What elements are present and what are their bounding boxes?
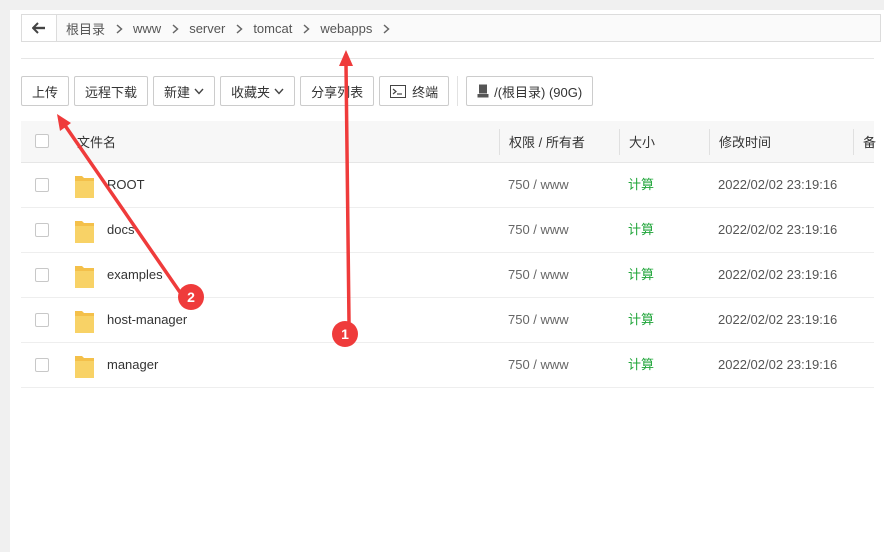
- file-permission[interactable]: 750 / www: [508, 163, 569, 207]
- toolbar-separator: [457, 76, 459, 106]
- share-list-label: 分享列表: [311, 84, 364, 100]
- header-remark[interactable]: 备: [863, 121, 876, 162]
- breadcrumb-root[interactable]: 根目录: [64, 19, 107, 38]
- arrow-left-icon: [32, 22, 45, 34]
- row-checkbox[interactable]: [35, 223, 49, 237]
- table-row[interactable]: docs 750 / www 计算 2022/02/02 23:19:16: [21, 208, 874, 253]
- file-name[interactable]: docs: [107, 208, 134, 252]
- header-permission[interactable]: 权限 / 所有者: [509, 121, 585, 162]
- header-modified-time[interactable]: 修改时间: [719, 121, 771, 162]
- file-modified-time: 2022/02/02 23:19:16: [718, 357, 838, 372]
- upload-button[interactable]: 上传: [21, 76, 70, 106]
- table-row[interactable]: host-manager 750 / www 计算 2022/02/02 23:…: [21, 298, 874, 343]
- chevron-right-icon: [294, 21, 318, 36]
- file-name[interactable]: examples: [107, 253, 163, 297]
- file-permission[interactable]: 750 / www: [508, 343, 569, 387]
- calculate-size-link[interactable]: 计算: [628, 253, 654, 297]
- row-checkbox[interactable]: [35, 268, 49, 282]
- share-list-button[interactable]: 分享列表: [300, 76, 375, 106]
- disk-label: /(根目录) (90G): [494, 84, 583, 100]
- table-row[interactable]: ROOT 750 / www 计算 2022/02/02 23:19:16: [21, 163, 874, 208]
- chevron-down-icon: [274, 88, 284, 95]
- divider: [21, 58, 874, 59]
- breadcrumb-tomcat[interactable]: tomcat: [251, 21, 294, 36]
- folder-icon: [75, 221, 94, 243]
- chevron-down-icon: [194, 88, 204, 95]
- calculate-size-link[interactable]: 计算: [628, 163, 654, 207]
- chevron-right-icon: [374, 21, 398, 36]
- remote-download-button[interactable]: 远程下载: [74, 76, 149, 106]
- column-separator: [709, 129, 710, 155]
- header-filename[interactable]: 文件名: [77, 121, 116, 162]
- disk-button[interactable]: /(根目录) (90G): [466, 76, 594, 106]
- file-table: 文件名 权限 / 所有者 大小 修改时间 备 ROOT 750 / www 计算…: [21, 121, 876, 388]
- chevron-right-icon: [107, 21, 131, 36]
- remote-download-label: 远程下载: [85, 84, 138, 100]
- row-checkbox[interactable]: [35, 178, 49, 192]
- select-all-checkbox[interactable]: [35, 134, 49, 148]
- terminal-button[interactable]: 终端: [379, 76, 450, 106]
- breadcrumb-server[interactable]: server: [187, 21, 227, 36]
- header-size[interactable]: 大小: [629, 121, 655, 162]
- file-modified-time: 2022/02/02 23:19:16: [718, 222, 838, 237]
- file-permission[interactable]: 750 / www: [508, 208, 569, 252]
- file-permission[interactable]: 750 / www: [508, 253, 569, 297]
- folder-icon: [75, 311, 94, 333]
- column-separator: [499, 129, 500, 155]
- column-separator: [853, 129, 854, 155]
- folder-icon: [75, 266, 94, 288]
- table-row[interactable]: examples 750 / www 计算 2022/02/02 23:19:1…: [21, 253, 874, 298]
- page-margin: [0, 0, 10, 552]
- calculate-size-link[interactable]: 计算: [628, 343, 654, 387]
- table-row[interactable]: manager 750 / www 计算 2022/02/02 23:19:16: [21, 343, 874, 388]
- folder-icon: [75, 176, 94, 198]
- file-permission[interactable]: 750 / www: [508, 298, 569, 342]
- chevron-right-icon: [227, 21, 251, 36]
- calculate-size-link[interactable]: 计算: [628, 298, 654, 342]
- hard-disk-icon: [477, 84, 489, 98]
- table-header: 文件名 权限 / 所有者 大小 修改时间 备: [21, 121, 876, 163]
- breadcrumb: 根目录 www server tomcat webapps: [21, 14, 881, 42]
- favorites-label: 收藏夹: [231, 84, 271, 100]
- file-modified-time: 2022/02/02 23:19:16: [718, 267, 838, 282]
- toolbar: 上传 远程下载 新建 收藏夹 分享列表 终端 /(根目录) (90G): [21, 76, 598, 106]
- breadcrumb-www[interactable]: www: [131, 21, 163, 36]
- row-checkbox[interactable]: [35, 358, 49, 372]
- file-name[interactable]: manager: [107, 343, 158, 387]
- file-name[interactable]: ROOT: [107, 163, 145, 207]
- file-modified-time: 2022/02/02 23:19:16: [718, 177, 838, 192]
- row-checkbox[interactable]: [35, 313, 49, 327]
- terminal-icon: [390, 84, 407, 98]
- file-name[interactable]: host-manager: [107, 298, 187, 342]
- file-modified-time: 2022/02/02 23:19:16: [718, 312, 838, 327]
- back-button[interactable]: [22, 15, 57, 41]
- new-label: 新建: [164, 84, 191, 100]
- new-dropdown-button[interactable]: 新建: [153, 76, 216, 106]
- favorites-dropdown-button[interactable]: 收藏夹: [220, 76, 296, 106]
- folder-icon: [75, 356, 94, 378]
- breadcrumb-webapps[interactable]: webapps: [318, 21, 374, 36]
- upload-label: 上传: [32, 84, 59, 100]
- terminal-label: 终端: [412, 84, 439, 100]
- chevron-right-icon: [163, 21, 187, 36]
- column-separator: [619, 129, 620, 155]
- calculate-size-link[interactable]: 计算: [628, 208, 654, 252]
